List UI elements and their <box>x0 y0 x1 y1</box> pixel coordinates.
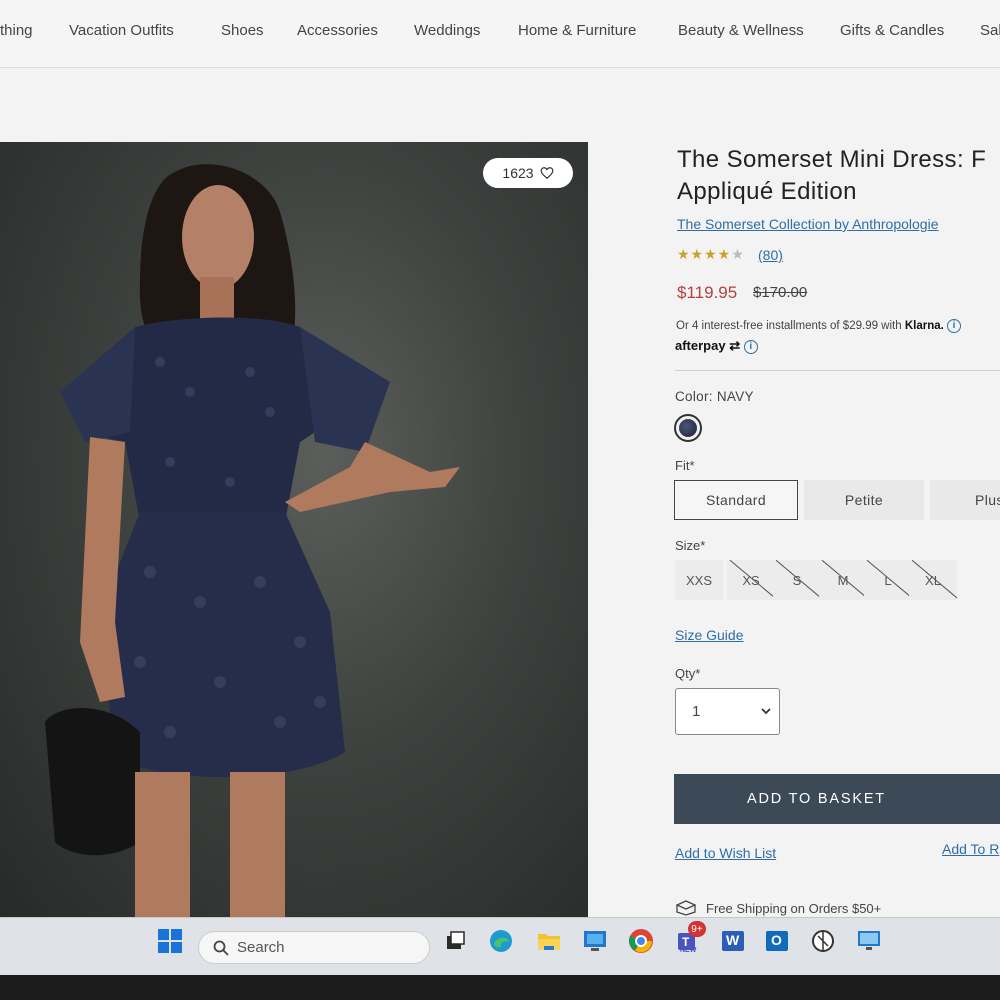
nav-item-home[interactable]: Home & Furniture <box>518 22 636 39</box>
shipping-text: Free Shipping on Orders $50+ <box>706 900 882 916</box>
afterpay-logo: afterpay <box>675 338 726 353</box>
fit-option-plus[interactable]: Plus <box>930 480 1000 520</box>
afterpay-row: afterpay ⇄ i <box>675 338 758 354</box>
size-option-s[interactable]: S <box>773 560 821 600</box>
word-letter: W <box>726 932 740 948</box>
color-swatch-navy[interactable] <box>674 414 702 442</box>
nav-item-vacation[interactable]: Vacation Outfits <box>69 22 174 39</box>
product-title: The Somerset Mini Dress: F Appliqué Edit… <box>677 144 1000 208</box>
outlook-letter: O <box>771 932 782 948</box>
qty-select[interactable]: 1 <box>675 688 780 735</box>
task-view-icon[interactable] <box>442 928 468 954</box>
klarna-logo: Klarna. <box>904 320 944 333</box>
file-explorer-icon[interactable] <box>536 928 562 954</box>
size-label: Size* <box>675 538 706 553</box>
remote-desktop-icon[interactable] <box>582 928 608 954</box>
installments-text: Or 4 interest-free installments of $29.9… <box>676 319 962 333</box>
nav-item-weddings[interactable]: Weddings <box>414 22 480 39</box>
nav-item-shoes[interactable]: Shoes <box>221 22 264 39</box>
taskbar-search[interactable]: Search <box>198 931 430 964</box>
windows-start-icon[interactable] <box>157 928 183 954</box>
app-circle-icon[interactable] <box>810 928 836 954</box>
add-to-registry-link[interactable]: Add To R <box>942 841 999 857</box>
chevron-down-icon <box>761 708 771 715</box>
search-placeholder: Search <box>237 939 285 956</box>
new-tag: NEW <box>680 947 697 954</box>
nav-item-accessories[interactable]: Accessories <box>297 22 378 39</box>
fit-label: Fit* <box>675 458 695 473</box>
fit-option-petite[interactable]: Petite <box>804 480 924 520</box>
monitor-bezel <box>0 975 1000 1000</box>
wishlist-count-button[interactable]: 1623 <box>483 158 573 188</box>
installments-copy: Or 4 interest-free installments of $29.9… <box>676 320 905 333</box>
color-label: Color: NAVY <box>675 389 754 404</box>
package-icon <box>676 900 696 916</box>
size-option-xs[interactable]: XS <box>727 560 775 600</box>
shipping-info: Free Shipping on Orders $50+ <box>676 900 881 916</box>
add-to-wish-list-link[interactable]: Add to Wish List <box>675 845 776 861</box>
size-option-l[interactable]: L <box>864 560 912 600</box>
edge-browser-icon[interactable] <box>488 928 514 954</box>
chrome-icon[interactable] <box>628 928 654 954</box>
nav-item-clothing[interactable]: thing <box>0 22 33 39</box>
product-title-line1: The Somerset Mini Dress: F <box>677 146 987 173</box>
size-option-m[interactable]: M <box>819 560 867 600</box>
qty-value: 1 <box>692 703 701 720</box>
info-icon[interactable]: i <box>743 339 758 354</box>
divider <box>675 370 1000 371</box>
star-empty: ★ <box>731 246 745 262</box>
notification-badge: 9+ <box>688 921 706 937</box>
fit-option-standard[interactable]: Standard <box>674 480 798 520</box>
review-count-link[interactable]: (80) <box>758 247 783 263</box>
monitor-app-icon[interactable] <box>856 928 882 954</box>
search-icon <box>213 940 229 956</box>
heart-icon <box>540 167 553 180</box>
nav-item-gifts[interactable]: Gifts & Candles <box>840 22 944 39</box>
model-photo <box>45 164 460 920</box>
stars-filled: ★★★★ <box>677 246 732 262</box>
original-price: $170.00 <box>753 284 808 301</box>
afterpay-arrow-icon: ⇄ <box>729 338 741 353</box>
nav-item-sale[interactable]: Sal <box>980 22 1000 39</box>
category-nav: thing Vacation Outfits Shoes Accessories… <box>0 0 1000 68</box>
swatch-fill <box>679 419 697 437</box>
size-guide-link[interactable]: Size Guide <box>675 627 743 643</box>
add-to-basket-button[interactable]: ADD TO BASKET <box>674 774 1000 824</box>
star-rating: ★★★★★ <box>677 246 745 263</box>
product-image[interactable] <box>0 142 588 920</box>
nav-item-beauty[interactable]: Beauty & Wellness <box>678 22 804 39</box>
info-icon[interactable]: i <box>947 319 962 333</box>
sale-price: $119.95 <box>677 283 738 302</box>
qty-label: Qty* <box>675 666 701 681</box>
wish-count: 1623 <box>502 165 534 181</box>
browser-viewport: thing Vacation Outfits Shoes Accessories… <box>0 0 1000 920</box>
product-title-line2: Appliqué Edition <box>677 178 857 205</box>
size-option-xxs[interactable]: XXS <box>675 560 723 600</box>
collection-link[interactable]: The Somerset Collection by Anthropologie <box>677 216 938 232</box>
size-option-xl[interactable]: XL <box>909 560 957 600</box>
